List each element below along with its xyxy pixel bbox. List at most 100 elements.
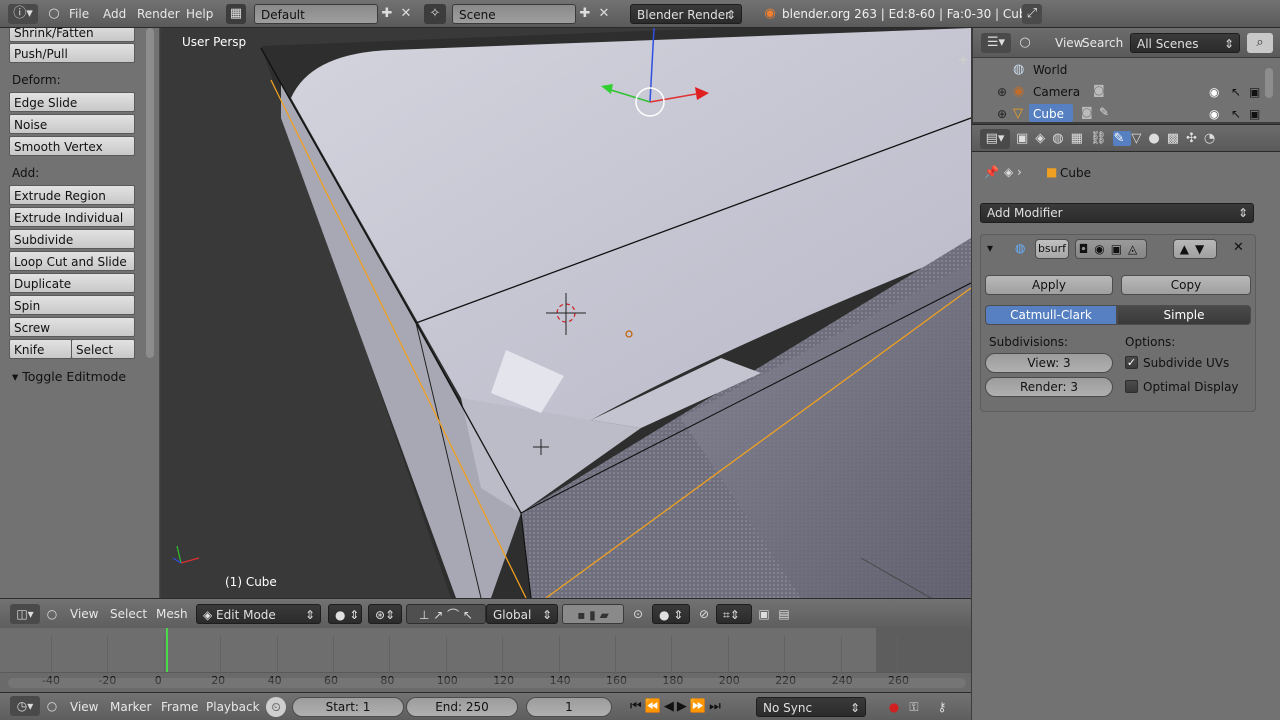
- simple-button[interactable]: Simple: [1117, 305, 1251, 325]
- copy-button[interactable]: Copy: [1121, 275, 1251, 295]
- cube-select-arrow-icon[interactable]: ↖: [1231, 107, 1241, 121]
- collapse-menu-icon[interactable]: ○: [44, 4, 64, 24]
- push-pull-button[interactable]: Push/Pull: [9, 43, 135, 63]
- texture-tab-icon[interactable]: ▩: [1167, 131, 1186, 146]
- region-split-widget-icon[interactable]: ✚: [958, 53, 968, 67]
- menu-select[interactable]: Select: [104, 604, 153, 624]
- scene-field[interactable]: Scene: [452, 4, 576, 24]
- limit-selection-icon[interactable]: ⊙: [628, 604, 648, 624]
- object-tab-icon[interactable]: ▦: [1071, 131, 1090, 146]
- remove-modifier-close-icon[interactable]: ✕: [1233, 240, 1244, 255]
- cube-render-icon[interactable]: ▣: [1249, 107, 1260, 121]
- delete-screen-icon[interactable]: ✕: [396, 4, 416, 24]
- viewport-canvas[interactable]: ✚: [161, 28, 971, 598]
- screen-layout-field[interactable]: Default: [254, 4, 378, 24]
- snap-element-select[interactable]: ⌗⇕: [716, 604, 752, 624]
- outliner-filter-select[interactable]: All Scenes ⇕: [1130, 33, 1240, 53]
- add-scene-icon[interactable]: ✚: [575, 4, 595, 24]
- transform-orientation-select[interactable]: Global ⇕: [486, 604, 558, 624]
- modifier-name-field[interactable]: bsurf: [1035, 239, 1069, 259]
- editor-type-properties-icon[interactable]: ▤▾: [980, 129, 1010, 149]
- spin-button[interactable]: Spin: [9, 295, 135, 315]
- add-screen-icon[interactable]: ✚: [377, 4, 397, 24]
- operator-panel-header[interactable]: ▾ Toggle Editmode: [12, 369, 126, 384]
- 3d-viewport[interactable]: ✚ User Persp (1) Cube: [161, 28, 971, 598]
- duplicate-button[interactable]: Duplicate: [9, 273, 135, 293]
- pivot-point-select[interactable]: ⊛⇕: [368, 604, 402, 624]
- particles-tab-icon[interactable]: ✣: [1186, 131, 1204, 146]
- knife-button[interactable]: Knife: [9, 339, 72, 359]
- current-frame-field[interactable]: 1: [526, 697, 612, 717]
- cube-visibility-eye-icon[interactable]: ◉: [1209, 107, 1219, 121]
- edge-slide-button[interactable]: Edge Slide: [9, 92, 135, 112]
- insert-keyframe-icon[interactable]: ⚷: [932, 697, 952, 717]
- snap-toggle-icon[interactable]: ⊘: [694, 604, 714, 624]
- start-frame-field[interactable]: Start: 1: [292, 697, 404, 717]
- timeline-menu-view[interactable]: View: [64, 697, 104, 717]
- screen-layout-icon[interactable]: ▦: [226, 4, 246, 24]
- menu-view[interactable]: View: [64, 604, 104, 624]
- menu-add[interactable]: Add: [97, 4, 132, 24]
- modifier-move-buttons[interactable]: ▲▼: [1173, 239, 1217, 259]
- camera-visibility-eye-icon[interactable]: ◉: [1209, 85, 1219, 99]
- editor-type-3d-icon[interactable]: ◫▾: [10, 604, 40, 624]
- outliner-item-cube[interactable]: Cube: [1033, 107, 1064, 121]
- noise-button[interactable]: Noise: [9, 114, 135, 134]
- fullscreen-icon[interactable]: ⤢: [1022, 4, 1042, 24]
- modifier-visibility-toggles[interactable]: ◘◉▣◬: [1075, 239, 1147, 259]
- search-icon[interactable]: ⌕: [1247, 33, 1273, 53]
- timeline-scrollbar[interactable]: [8, 678, 966, 688]
- scene-icon[interactable]: ✧: [424, 4, 446, 24]
- end-frame-field[interactable]: End: 250: [406, 697, 518, 717]
- constraints-tab-icon[interactable]: ⛓: [1090, 131, 1114, 146]
- keying-set-icon[interactable]: ⚿: [904, 697, 924, 717]
- playback-controls[interactable]: ⏮⏪◀▶⏩⏭: [630, 697, 750, 717]
- view-levels-field[interactable]: View: 3: [985, 353, 1113, 373]
- menu-file[interactable]: File: [63, 4, 95, 24]
- select-mode-buttons[interactable]: ▪ ▮ ▰: [562, 604, 624, 624]
- scene-tab-icon[interactable]: ◈: [1035, 131, 1052, 146]
- timeline-menu-marker[interactable]: Marker: [104, 697, 157, 717]
- extrude-region-button[interactable]: Extrude Region: [9, 185, 135, 205]
- outliner-scrollbar[interactable]: [1265, 68, 1273, 98]
- catmull-clark-button[interactable]: Catmull-Clark: [985, 305, 1117, 325]
- outliner-item-camera[interactable]: Camera: [1033, 85, 1080, 99]
- world-tab-icon[interactable]: ◍: [1052, 131, 1070, 146]
- render-levels-field[interactable]: Render: 3: [985, 377, 1113, 397]
- shrink-fatten-button[interactable]: Shrink/Fatten: [9, 28, 135, 42]
- screw-button[interactable]: Screw: [9, 317, 135, 337]
- delete-scene-icon[interactable]: ✕: [594, 4, 614, 24]
- manipulator-toggles[interactable]: ⊥ ↗ ⌒ ↖: [406, 604, 486, 624]
- outliner-item-world[interactable]: World: [1033, 63, 1067, 77]
- toolshelf-scrollbar[interactable]: [146, 28, 154, 358]
- expand-camera-icon[interactable]: ⊕: [997, 85, 1007, 99]
- properties-context-tabs[interactable]: ▣◈◍▦⛓✎▽●▩✣◔: [1016, 129, 1272, 149]
- timeline-menu-frame[interactable]: Frame: [155, 697, 204, 717]
- menu-mesh[interactable]: Mesh: [150, 604, 194, 624]
- render-preview-icon[interactable]: ▣: [754, 604, 774, 624]
- collapse-menu-icon[interactable]: ○: [42, 696, 62, 716]
- material-tab-icon[interactable]: ●: [1148, 131, 1166, 146]
- subdivide-button[interactable]: Subdivide: [9, 229, 135, 249]
- smooth-vertex-button[interactable]: Smooth Vertex: [9, 136, 135, 156]
- current-frame-indicator[interactable]: [166, 628, 168, 672]
- knife-select-button[interactable]: Select: [71, 339, 135, 359]
- menu-help[interactable]: Help: [180, 4, 219, 24]
- extrude-individual-button[interactable]: Extrude Individual: [9, 207, 135, 227]
- subdivide-uvs-checkbox[interactable]: ✓: [1125, 356, 1138, 369]
- physics-tab-icon[interactable]: ◔: [1204, 131, 1222, 146]
- collapse-menu-icon[interactable]: ○: [1015, 33, 1035, 53]
- collapse-menu-icon[interactable]: ○: [42, 604, 62, 624]
- render-tab-icon[interactable]: ▣: [1016, 131, 1035, 146]
- editor-type-timeline-icon[interactable]: ◷▾: [10, 696, 40, 716]
- add-modifier-select[interactable]: Add Modifier ⇕: [980, 203, 1254, 223]
- render-engine-select[interactable]: Blender Render ⇕: [630, 4, 742, 24]
- expand-cube-icon[interactable]: ⊕: [997, 107, 1007, 121]
- timeline-menu-playback[interactable]: Playback: [200, 697, 266, 717]
- data-tab-icon[interactable]: ▽: [1131, 131, 1148, 146]
- preview-range-icon[interactable]: ⏲: [266, 697, 286, 717]
- viewport-shading-select[interactable]: ● ⇕: [328, 604, 362, 624]
- record-icon[interactable]: ●: [884, 697, 904, 717]
- outliner-menu-search[interactable]: Search: [1076, 33, 1129, 53]
- optimal-display-checkbox[interactable]: [1125, 380, 1138, 393]
